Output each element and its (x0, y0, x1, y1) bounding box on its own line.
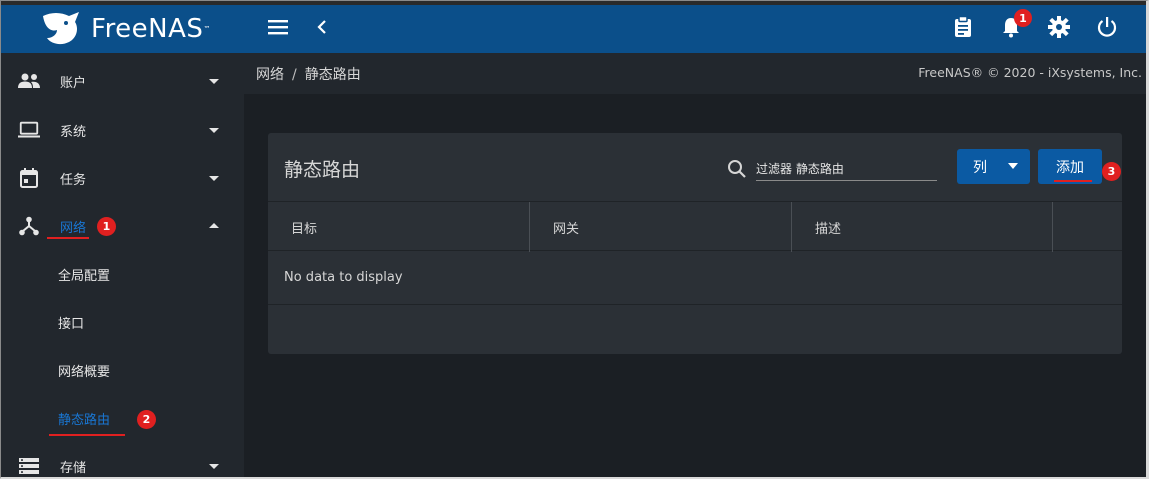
clipboard-icon[interactable] (952, 15, 974, 39)
sidebar-item-label: 系统 (60, 124, 87, 140)
breadcrumb-bar: 网络 / 静态路由 FreeNAS® © 2020 - iXsystems, Inc… (244, 53, 1146, 94)
empty-table-message: No data to display (268, 251, 1122, 305)
sidebar-item-label: 账户 (60, 75, 87, 91)
sidebar-subitem-label: 全局配置 (58, 268, 111, 284)
column-header-description[interactable]: 描述 (792, 202, 1053, 252)
sidebar-item-network[interactable]: 网络 (1, 202, 244, 250)
sidebar: 账户 系统 任务 网络 1 全局配置 接口 网络概要 静态路由 2 存储 (1, 53, 244, 477)
breadcrumb-parent[interactable]: 网络 (256, 67, 284, 83)
sidebar-subitem-network-summary[interactable]: 网络概要 (1, 346, 244, 394)
sidebar-item-accounts[interactable]: 账户 (1, 57, 244, 105)
chevron-up-icon (209, 223, 219, 228)
sidebar-item-tasks[interactable]: 任务 (1, 154, 244, 202)
laptop-icon (18, 119, 40, 141)
chevron-left-icon[interactable] (311, 15, 333, 39)
logo-text: FreeNAS (91, 14, 204, 44)
sidebar-subitem-interfaces[interactable]: 接口 (1, 298, 244, 346)
annotation-step-3: 3 (1102, 162, 1121, 181)
sidebar-subitem-global-config[interactable]: 全局配置 (1, 250, 244, 298)
breadcrumb-current: 静态路由 (304, 67, 361, 83)
top-bar: FreeNAS ™ 1 (1, 1, 1146, 53)
sidebar-item-storage[interactable]: 存储 (1, 442, 244, 477)
sidebar-item-label: 网络 (60, 220, 87, 236)
add-button-label: 添加 (1056, 159, 1084, 176)
copyright-text: FreeNAS® © 2020 - iXsystems, Inc. (918, 65, 1142, 80)
app-window: FreeNAS ™ 1 账户 系统 任务 网络 1 全局配置 接口 网络概要 静… (0, 0, 1149, 479)
table-header: 目标 网关 描述 (268, 201, 1122, 252)
add-button[interactable]: 添加 (1038, 149, 1102, 184)
gear-icon[interactable] (1048, 15, 1070, 39)
freenas-shark-icon (43, 12, 79, 45)
breadcrumb-separator: / (292, 67, 297, 83)
annotation-underline (47, 237, 89, 239)
columns-button[interactable]: 列 (957, 149, 1030, 184)
annotation-underline (1054, 180, 1092, 182)
notification-badge: 1 (1014, 9, 1032, 27)
chevron-down-icon (209, 128, 219, 133)
network-icon (18, 215, 40, 237)
notifications-bell-icon[interactable]: 1 (1000, 9, 1032, 39)
sidebar-subitem-label: 静态路由 (58, 412, 111, 428)
search-icon (728, 160, 746, 178)
filter-input[interactable] (756, 157, 937, 181)
freenas-logo[interactable]: FreeNAS ™ (1, 5, 244, 53)
card-title: 静态路由 (284, 159, 361, 181)
chevron-down-icon (209, 79, 219, 84)
column-header-gateway[interactable]: 网关 (530, 202, 792, 252)
storage-icon (18, 455, 40, 477)
logo-trademark: ™ (203, 25, 211, 33)
sidebar-subitem-label: 网络概要 (58, 364, 111, 380)
users-icon (18, 70, 40, 92)
chevron-down-icon (209, 464, 219, 469)
sidebar-item-label: 任务 (60, 172, 87, 188)
column-header-target[interactable]: 目标 (268, 202, 530, 252)
sidebar-item-label: 存储 (60, 460, 87, 476)
caret-down-icon (1008, 163, 1018, 169)
chevron-down-icon (209, 176, 219, 181)
breadcrumb: 网络 / 静态路由 (256, 64, 361, 84)
annotation-step-1: 1 (97, 217, 116, 236)
annotation-step-2: 2 (137, 410, 156, 429)
calendar-icon (18, 167, 40, 189)
main-content: 网络 / 静态路由 FreeNAS® © 2020 - iXsystems, Inc… (244, 53, 1146, 477)
sidebar-subitem-label: 接口 (58, 316, 85, 332)
power-icon[interactable] (1096, 15, 1118, 39)
sidebar-item-system[interactable]: 系统 (1, 106, 244, 154)
annotation-underline (49, 434, 125, 436)
static-routes-card: 静态路由 列 添加 3 目标 网关 描述 No data to display (268, 133, 1122, 354)
menu-icon[interactable] (267, 15, 289, 39)
columns-button-label: 列 (973, 159, 987, 176)
